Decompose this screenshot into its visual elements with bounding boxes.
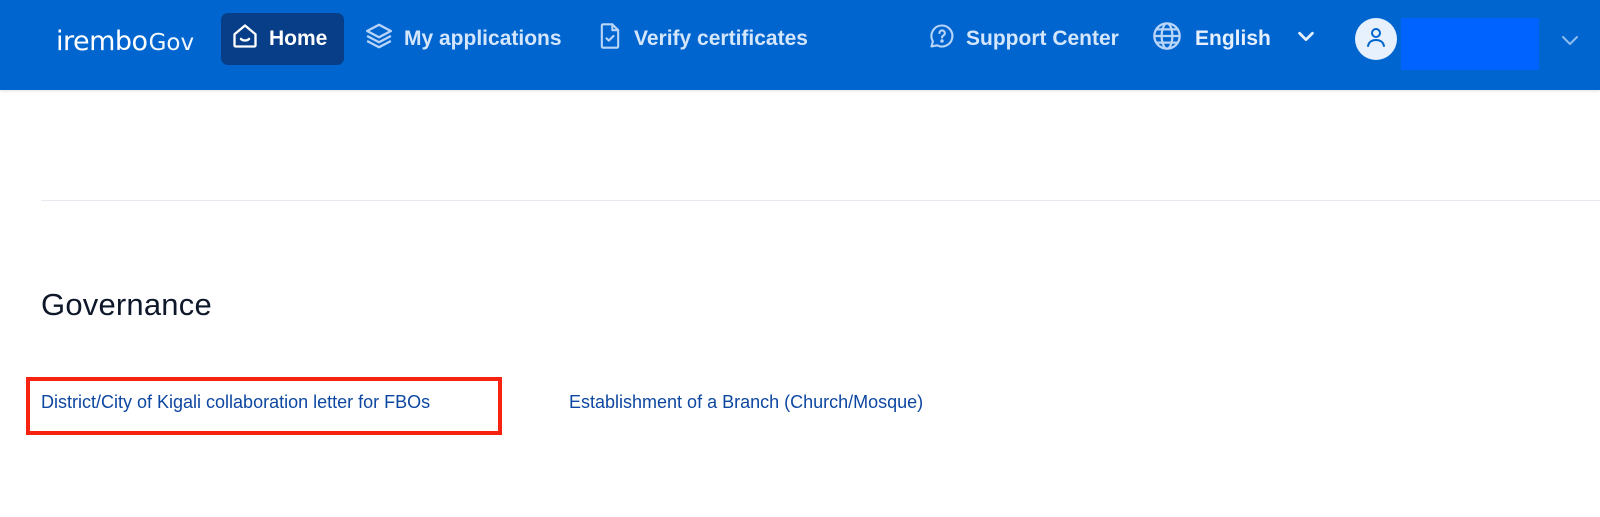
layers-icon xyxy=(364,21,394,57)
irembo-gov-logo[interactable]: irembo Gov xyxy=(56,26,194,57)
nav-support-center-label: Support Center xyxy=(966,27,1119,50)
question-chat-icon xyxy=(928,22,956,56)
username-redacted[interactable] xyxy=(1401,18,1539,70)
nav-home-label: Home xyxy=(269,27,328,50)
nav-verify-certificates[interactable]: Verify certificates xyxy=(596,13,808,65)
chevron-down-icon xyxy=(1295,25,1317,53)
nav-home[interactable]: Home xyxy=(221,13,344,65)
globe-icon xyxy=(1151,20,1183,58)
home-icon xyxy=(231,22,259,56)
language-selector[interactable]: English xyxy=(1151,13,1317,65)
nav-my-applications[interactable]: My applications xyxy=(364,13,562,65)
language-label: English xyxy=(1195,27,1271,50)
top-navbar: irembo Gov Home My applications Verify c… xyxy=(0,0,1600,90)
user-avatar[interactable] xyxy=(1355,18,1397,60)
account-chevron-down-icon[interactable] xyxy=(1558,28,1582,57)
nav-support-center[interactable]: Support Center xyxy=(928,13,1119,65)
section-divider xyxy=(41,200,1600,201)
file-check-icon xyxy=(596,21,624,57)
section-title-governance: Governance xyxy=(41,287,212,322)
logo-suffix: Gov xyxy=(148,30,195,56)
service-link-collaboration-letter[interactable]: District/City of Kigali collaboration le… xyxy=(41,392,430,413)
nav-my-applications-label: My applications xyxy=(404,27,562,50)
service-link-branch-establishment[interactable]: Establishment of a Branch (Church/Mosque… xyxy=(569,392,923,413)
logo-brand: irembo xyxy=(56,26,148,57)
nav-verify-certificates-label: Verify certificates xyxy=(634,27,808,50)
user-icon xyxy=(1364,25,1388,54)
